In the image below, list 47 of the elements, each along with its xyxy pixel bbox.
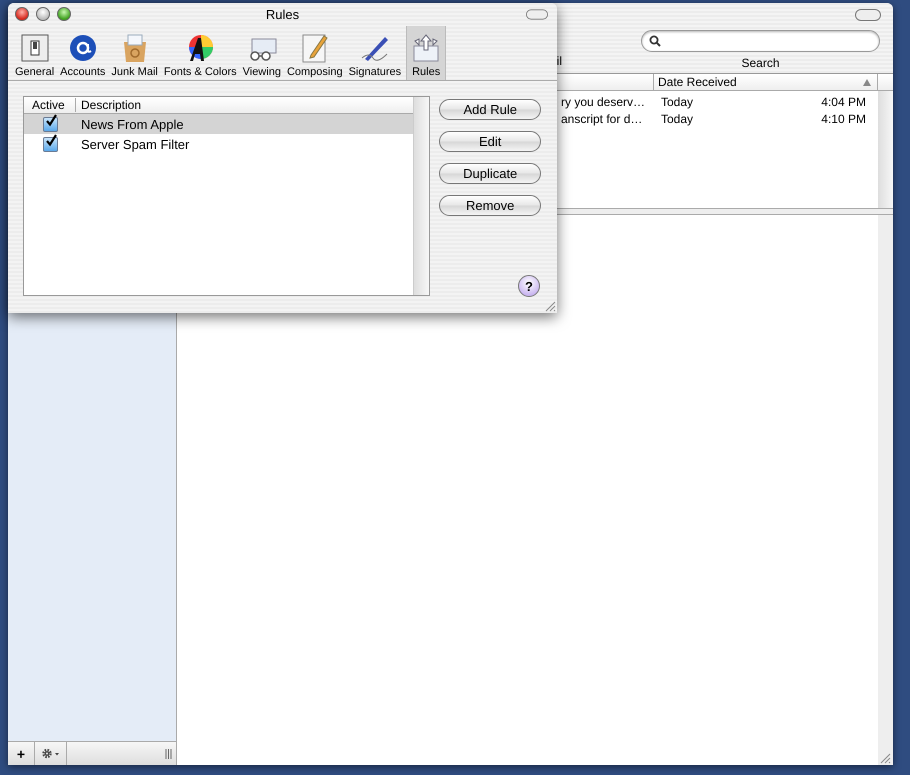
preference-tab[interactable]: Fonts & Colors xyxy=(160,26,240,80)
scroll-bar[interactable] xyxy=(878,215,893,765)
switch-icon xyxy=(18,32,51,64)
preference-tab[interactable]: General xyxy=(12,26,58,80)
message-subject: anscript for d… xyxy=(561,112,644,126)
rule-action-button[interactable]: Add Rule xyxy=(439,99,541,120)
window-title: Rules xyxy=(266,7,300,22)
resize-grip-icon[interactable] xyxy=(165,748,172,758)
search-field[interactable] xyxy=(641,30,880,52)
zoom-button[interactable] xyxy=(57,7,71,21)
add-mailbox-button[interactable]: + xyxy=(8,742,35,765)
rule-row[interactable]: News From Apple xyxy=(24,114,414,134)
search-label: Search xyxy=(741,56,780,70)
scroll-bar[interactable] xyxy=(878,91,893,208)
message-time: 4:10 PM xyxy=(820,112,866,126)
preference-tab[interactable]: Accounts xyxy=(57,26,108,80)
message-date: Today xyxy=(661,112,694,126)
resize-grip-icon[interactable] xyxy=(545,301,556,312)
message-date: Today xyxy=(661,94,694,108)
active-checkbox[interactable] xyxy=(42,116,58,132)
preference-tab[interactable]: Junk Mail xyxy=(108,26,161,80)
preference-tab[interactable]: Viewing xyxy=(240,26,284,80)
preference-tab[interactable]: Composing xyxy=(284,26,346,80)
scroll-bar[interactable] xyxy=(413,97,430,295)
rule-action-button[interactable]: Edit xyxy=(439,131,541,152)
toolbar-toggle-icon[interactable] xyxy=(855,9,881,21)
gear-icon xyxy=(40,748,60,759)
column-header[interactable]: Active xyxy=(24,98,76,112)
minimize-button[interactable] xyxy=(36,7,50,21)
sort-arrow-icon xyxy=(863,78,871,86)
preference-tab[interactable]: Signatures xyxy=(346,26,404,80)
search-icon xyxy=(649,35,661,47)
active-checkbox[interactable] xyxy=(42,136,58,152)
column-header[interactable]: Description xyxy=(76,98,142,112)
rule-action-button[interactable]: Duplicate xyxy=(439,163,541,184)
toolbar-label: il xyxy=(556,54,562,68)
preference-tab[interactable]: Rules xyxy=(406,26,446,80)
close-button[interactable] xyxy=(15,7,29,21)
message-subject: ry you deserv… xyxy=(561,94,646,108)
rule-description: Server Spam Filter xyxy=(80,136,190,152)
rule-action-button[interactable]: Remove xyxy=(439,195,541,216)
help-button[interactable]: ? xyxy=(518,275,540,297)
rule-description: News From Apple xyxy=(80,116,184,132)
toolbar-toggle-icon[interactable] xyxy=(526,9,548,20)
rule-row[interactable]: Server Spam Filter xyxy=(24,134,414,154)
resize-grip-icon[interactable] xyxy=(879,752,891,764)
message-time: 4:04 PM xyxy=(820,94,866,108)
